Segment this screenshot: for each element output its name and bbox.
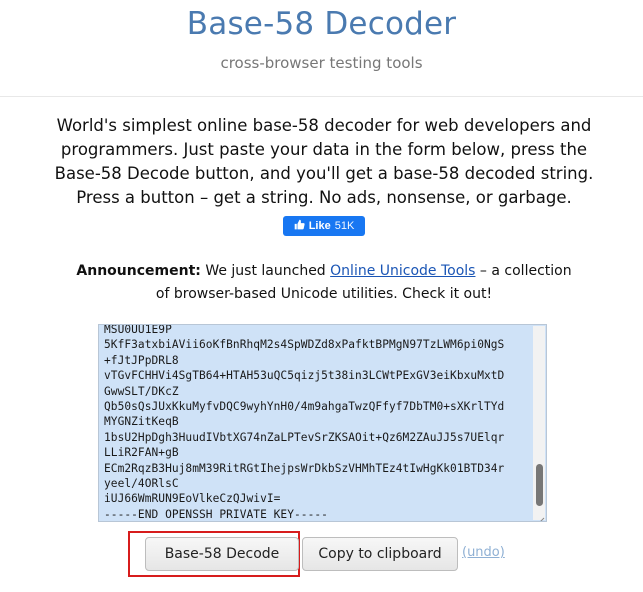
announcement-text-before: We just launched	[200, 263, 331, 279]
input-line: -----END OPENSSH PRIVATE KEY-----	[104, 507, 328, 521]
unicode-tools-link[interactable]: Online Unicode Tools	[330, 263, 475, 279]
input-text: MSU0UU1E9P 5KfF3atxbiAVii6oKfBnRhqM2s4SpW…	[104, 324, 529, 521]
undo-link[interactable]: (undo)	[462, 545, 505, 560]
input-line: iUJ66WmRUN9EoVlkeCzQJwivI=	[104, 492, 281, 506]
base58-decode-button[interactable]: Base-58 Decode	[145, 537, 299, 571]
input-line: LLiR2FAN+gB	[104, 446, 179, 460]
header-divider	[0, 96, 643, 97]
copy-to-clipboard-button[interactable]: Copy to clipboard	[302, 537, 458, 571]
announcement-label: Announcement:	[76, 263, 201, 279]
input-textarea[interactable]: MSU0UU1E9P 5KfF3atxbiAVii6oKfBnRhqM2s4SpW…	[98, 324, 547, 522]
resize-handle-icon[interactable]	[536, 511, 545, 521]
input-line: Qb50sQsJUxKkuMyfvDQC9wyhYnH0/4m9ahgaTwzQ…	[104, 400, 505, 414]
input-line: 5KfF3atxbiAVii6oKfBnRhqM2s4SpWDZd8xPafkt…	[104, 338, 505, 352]
scrollbar-thumb[interactable]	[536, 464, 543, 506]
input-line: 1bsU2HpDgh3HuudIVbtXG74nZaLPTevSrZKSAOit…	[104, 430, 505, 444]
like-label: Like	[308, 220, 331, 232]
input-line: MYGNZitKeqB	[104, 415, 179, 429]
page-title: Base-58 Decoder	[186, 6, 457, 42]
announcement: Announcement: We just launched Online Un…	[70, 260, 578, 306]
input-line: MSU0UU1E9P	[104, 324, 172, 336]
tool-description: World's simplest online base-58 decoder …	[54, 116, 594, 207]
input-line: vTGvFCHHVi4SgTB64+HTAH53uQC5qizj5t38in3L…	[104, 369, 505, 383]
input-line: +fJtJPpDRL8	[104, 353, 179, 367]
input-line: yeel/4ORlsC	[104, 477, 179, 491]
thumbs-up-icon	[294, 219, 305, 233]
like-count: 51K	[334, 220, 355, 232]
input-line: ECm2RqzB3Huj8mM39RitRGtIhejpsWrDkbSzVHMh…	[104, 461, 505, 475]
page-subtitle: cross-browser testing tools	[220, 54, 423, 72]
input-line: GwwSLT/DKcZ	[104, 384, 179, 398]
facebook-like-button[interactable]: Like 51K	[283, 216, 365, 236]
